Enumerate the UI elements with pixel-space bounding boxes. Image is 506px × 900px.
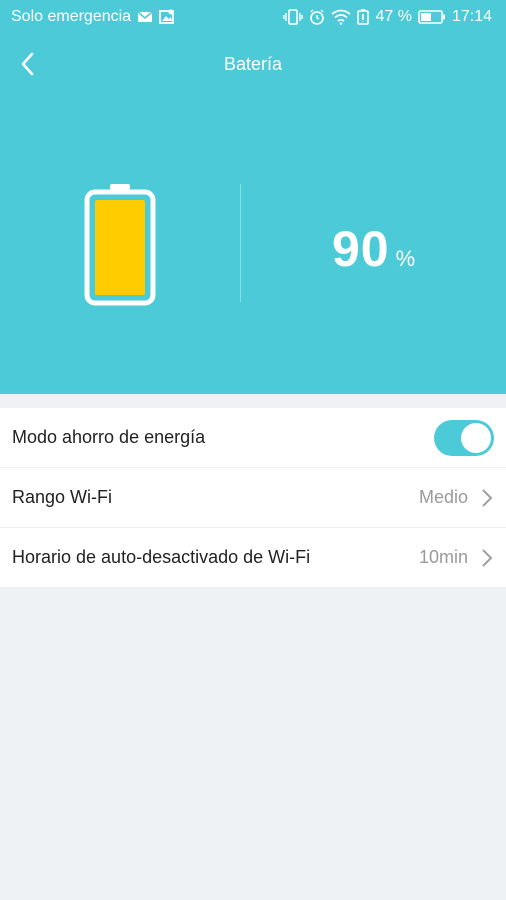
status-battery-icon <box>418 10 445 24</box>
image-notification-icon <box>159 9 174 24</box>
battery-saver-icon <box>357 9 370 25</box>
battery-percentage-value: 90 <box>332 221 390 277</box>
status-battery-percent: 47 % <box>375 8 412 25</box>
power-saving-toggle[interactable] <box>434 419 494 456</box>
power-saving-label: Modo ahorro de energía <box>12 427 206 447</box>
wifi-schedule-value: 10min <box>418 547 468 567</box>
wifi-range-value: Medio <box>418 487 468 507</box>
page-title: Batería <box>223 54 283 74</box>
wifi-range-label: Rango Wi-Fi <box>12 487 113 507</box>
sms-icon <box>137 11 153 22</box>
vibrate-icon <box>283 9 304 25</box>
battery-percentage: 90 % <box>332 220 415 278</box>
setting-wifi-schedule[interactable]: Horario de auto-desactivado de Wi-Fi 10m… <box>0 528 506 587</box>
status-time: 17:14 <box>451 8 492 25</box>
divider <box>240 184 241 302</box>
setting-power-saving: Modo ahorro de energía <box>0 408 506 468</box>
wifi-schedule-label: Horario de auto-desactivado de Wi-Fi <box>12 547 311 567</box>
battery-percentage-unit: % <box>395 246 416 271</box>
toggle-knob <box>461 422 491 453</box>
battery-fill <box>95 200 145 295</box>
wifi-icon <box>331 9 352 25</box>
battery-level-icon <box>84 184 156 306</box>
chevron-right-icon <box>482 548 493 567</box>
status-bar: Solo emergencia 47 % 17:14 <box>0 0 506 36</box>
carrier-text: Solo emergencia <box>11 8 132 25</box>
setting-wifi-range[interactable]: Rango Wi-Fi Medio <box>0 468 506 528</box>
alarm-icon <box>310 9 325 25</box>
battery-header-panel: Solo emergencia 47 % 17:14 Batería 90 % <box>0 0 506 394</box>
chevron-right-icon <box>482 488 493 507</box>
settings-list: Modo ahorro de energía Rango Wi-Fi Medio… <box>0 408 506 587</box>
